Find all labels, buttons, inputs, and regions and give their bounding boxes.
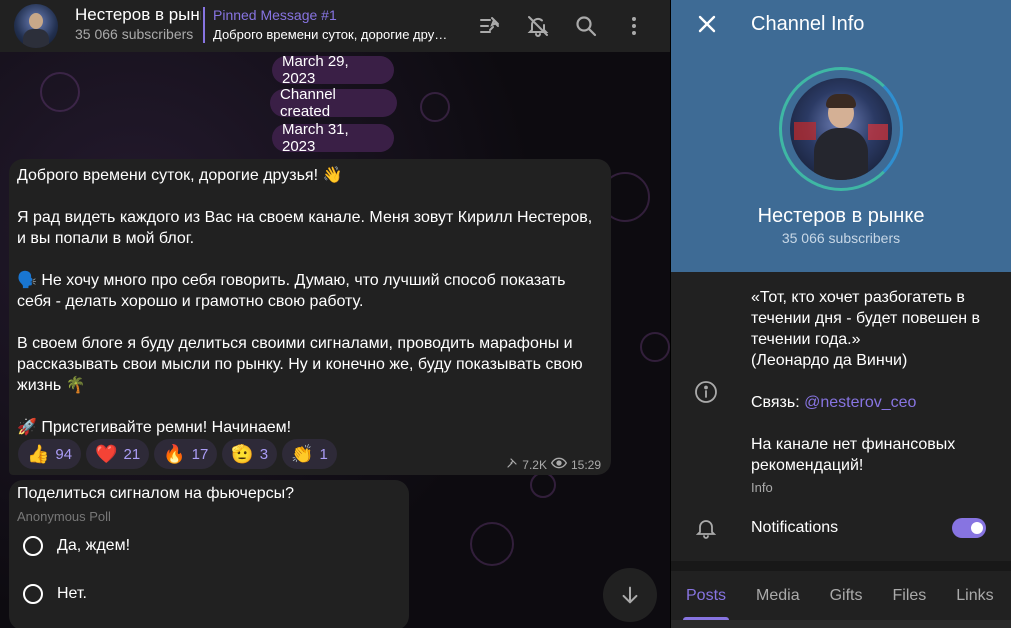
panel-title: Channel Info bbox=[751, 13, 865, 35]
pinned-message-title[interactable]: Pinned Message #1 bbox=[213, 7, 337, 23]
reaction-emoji: 👍 bbox=[27, 443, 50, 464]
bio-author: (Леонардо да Винчи) bbox=[751, 352, 908, 369]
tab-posts[interactable]: Posts bbox=[671, 571, 741, 620]
radio-icon[interactable] bbox=[23, 584, 43, 604]
post-time: 15:29 bbox=[570, 457, 601, 472]
more-menu-icon[interactable] bbox=[622, 14, 646, 38]
post-line: 🗣️ Не хочу много про себя говорить. Дума… bbox=[17, 272, 566, 310]
poll-message: Поделиться сигналом на фьючерсы? Anonymo… bbox=[9, 480, 409, 628]
toggle-knob bbox=[969, 520, 985, 536]
radio-icon[interactable] bbox=[23, 536, 43, 556]
notifications-label[interactable]: Notifications bbox=[751, 519, 838, 537]
tab-files[interactable]: Files bbox=[877, 571, 941, 620]
bell-icon bbox=[694, 516, 718, 540]
poll-option[interactable]: Да, ждем! bbox=[23, 534, 130, 558]
tab-links[interactable]: Links bbox=[941, 571, 1008, 620]
media-tabs: Posts Media Gifts Files Links bbox=[671, 571, 1011, 620]
reaction-button[interactable]: 👍 94 bbox=[18, 439, 82, 469]
info-label: Info bbox=[751, 480, 773, 495]
scroll-down-button[interactable] bbox=[603, 568, 657, 622]
tab-media[interactable]: Media bbox=[741, 571, 815, 620]
post-line-blank bbox=[17, 312, 603, 333]
channel-subscribers: 35 066 subscribers bbox=[75, 26, 194, 42]
post-line: Доброго времени суток, дорогие друзья! 👋 bbox=[17, 167, 343, 184]
channel-avatar-large[interactable] bbox=[790, 78, 892, 180]
channel-subscribers: 35 066 subscribers bbox=[781, 230, 901, 246]
bio-contact: Связь: @nesterov_ceo bbox=[751, 392, 1001, 413]
reaction-emoji: 🫡 bbox=[231, 443, 254, 464]
reactions-bar: 👍 94 ❤️ 21 🔥 17 🫡 3 👏 1 bbox=[18, 439, 337, 469]
share-count: 7.2K bbox=[522, 457, 547, 472]
share-icon bbox=[506, 457, 518, 472]
mute-bell-icon[interactable] bbox=[526, 14, 550, 38]
post-line: В своем блоге я буду делиться своими сиг… bbox=[17, 335, 583, 394]
poll-type: Anonymous Poll bbox=[17, 509, 111, 524]
panel-header: Channel Info Нестеров в рынке 35 066 sub… bbox=[671, 0, 1011, 272]
chat-header: Нестеров в рынке 35 066 subscribers Pinn… bbox=[0, 0, 670, 52]
story-ring[interactable] bbox=[779, 67, 903, 191]
channel-description[interactable]: «Тот, кто хочет разбогатеть в течении дн… bbox=[751, 287, 1001, 476]
post-meta: 7.2K 15:29 bbox=[506, 457, 601, 472]
chat-area: Нестеров в рынке 35 066 subscribers Pinn… bbox=[0, 0, 670, 628]
info-icon bbox=[694, 380, 718, 404]
close-icon[interactable] bbox=[695, 12, 719, 36]
arrow-down-icon bbox=[622, 586, 638, 604]
reaction-emoji: 🔥 bbox=[163, 443, 186, 464]
views-eye-icon bbox=[550, 457, 568, 472]
reaction-emoji: ❤️ bbox=[95, 443, 118, 464]
channel-name: Нестеров в рынке bbox=[757, 205, 925, 227]
post-line: 🚀 Пристегивайте ремни! Начинаем! bbox=[17, 419, 292, 436]
post-text: Доброго времени суток, дорогие друзья! 👋… bbox=[17, 165, 603, 438]
section-separator bbox=[671, 561, 1011, 571]
bio-quote: «Тот, кто хочет разбогатеть в течении дн… bbox=[751, 289, 981, 348]
reaction-count: 94 bbox=[55, 445, 73, 463]
pinned-message-text[interactable]: Доброго времени суток, дорогие друзья! 👋 bbox=[213, 27, 453, 43]
contact-prefix: Связь: bbox=[751, 394, 805, 411]
reaction-button[interactable]: 🫡 3 bbox=[222, 439, 278, 469]
reaction-button[interactable]: 🔥 17 bbox=[154, 439, 218, 469]
tab-gifts[interactable]: Gifts bbox=[815, 571, 878, 620]
date-pill[interactable]: March 31, 2023 bbox=[272, 121, 394, 155]
pinned-list-icon[interactable] bbox=[478, 14, 502, 38]
reaction-count: 1 bbox=[319, 445, 328, 463]
notifications-toggle[interactable] bbox=[952, 518, 986, 538]
poll-option[interactable]: Нет. bbox=[23, 582, 87, 606]
reaction-count: 21 bbox=[123, 445, 141, 463]
channel-info-panel: Channel Info Нестеров в рынке 35 066 sub… bbox=[671, 0, 1011, 628]
pinned-indicator bbox=[203, 7, 205, 43]
poll-question: Поделиться сигналом на фьючерсы? bbox=[17, 485, 295, 502]
bio-disclaimer: На канале нет финансовых рекомендаций! bbox=[751, 436, 956, 474]
post-line-blank bbox=[17, 249, 603, 270]
date-pill[interactable]: March 29, 2023 bbox=[272, 53, 394, 87]
reaction-count: 3 bbox=[259, 445, 269, 463]
reaction-button[interactable]: 👏 1 bbox=[282, 439, 337, 469]
poll-option-label: Да, ждем! bbox=[57, 537, 131, 554]
poll-option-label: Нет. bbox=[57, 585, 87, 602]
channel-avatar[interactable] bbox=[14, 4, 58, 48]
channel-title[interactable]: Нестеров в рынке bbox=[75, 5, 201, 25]
media-grid-preview bbox=[671, 620, 1011, 628]
reaction-count: 17 bbox=[191, 445, 209, 463]
post-line-blank bbox=[17, 186, 603, 207]
contact-link[interactable]: @nesterov_ceo bbox=[804, 394, 916, 411]
post-line: Я рад видеть каждого из Вас на своем кан… bbox=[17, 209, 593, 247]
reaction-button[interactable]: ❤️ 21 bbox=[86, 439, 150, 469]
post-line-blank bbox=[17, 396, 603, 417]
search-icon[interactable] bbox=[574, 14, 598, 38]
service-message: Channel created bbox=[270, 86, 397, 120]
reaction-emoji: 👏 bbox=[291, 443, 314, 464]
channel-post[interactable]: Доброго времени суток, дорогие друзья! 👋… bbox=[9, 159, 611, 475]
